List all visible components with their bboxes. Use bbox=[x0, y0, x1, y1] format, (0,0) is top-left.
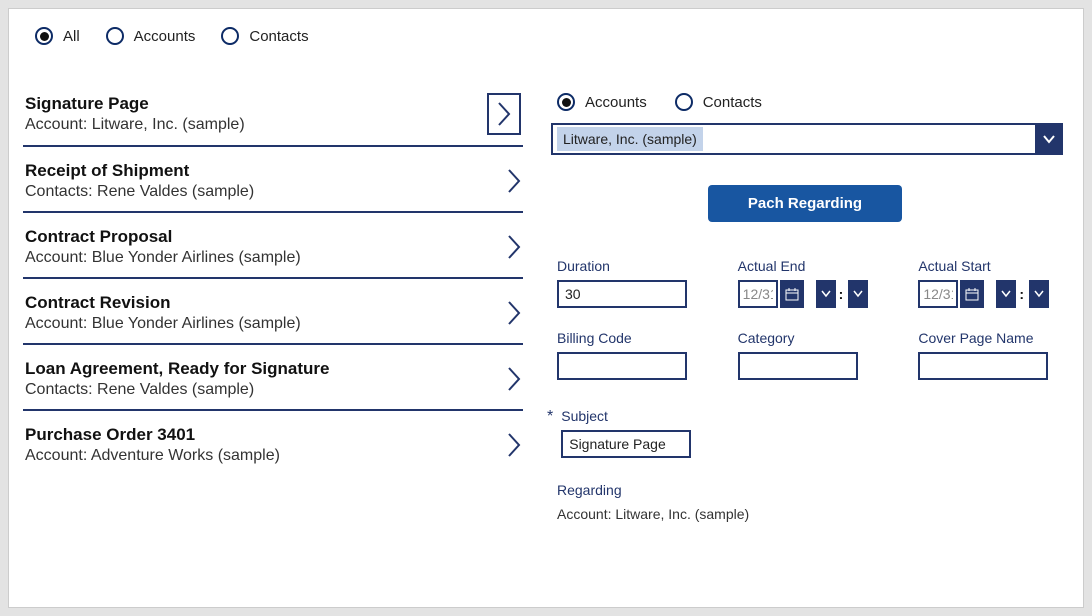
radio-icon bbox=[106, 27, 124, 45]
actual-start-label: Actual Start bbox=[918, 258, 1063, 274]
list-item-subtitle: Account: Blue Yonder Airlines (sample) bbox=[25, 249, 301, 267]
radio-icon bbox=[557, 93, 575, 111]
detail-filter-contacts[interactable]: Contacts bbox=[675, 93, 762, 111]
list-item[interactable]: Contract Proposal Account: Blue Yonder A… bbox=[23, 213, 523, 279]
radio-icon bbox=[675, 93, 693, 111]
list-item[interactable]: Contract Revision Account: Blue Yonder A… bbox=[23, 279, 523, 345]
filter-contacts[interactable]: Contacts bbox=[221, 27, 308, 45]
record-list: Signature Page Account: Litware, Inc. (s… bbox=[23, 79, 523, 522]
detail-filter-radio-group: Accounts Contacts bbox=[557, 93, 1063, 111]
list-item-title: Signature Page bbox=[25, 94, 245, 114]
list-item-subtitle: Account: Adventure Works (sample) bbox=[25, 447, 280, 465]
list-item[interactable]: Loan Agreement, Ready for Signature Cont… bbox=[23, 345, 523, 411]
regarding-value: Account: Litware, Inc. (sample) bbox=[557, 506, 1063, 522]
chevron-right-icon bbox=[507, 234, 521, 260]
regarding-label: Regarding bbox=[557, 482, 1063, 498]
filter-all[interactable]: All bbox=[35, 27, 80, 45]
chevron-right-icon bbox=[507, 300, 521, 326]
list-item-title: Receipt of Shipment bbox=[25, 161, 254, 181]
list-item-title: Purchase Order 3401 bbox=[25, 425, 280, 445]
time-separator: : bbox=[1018, 286, 1025, 302]
duration-field: Duration bbox=[557, 258, 702, 308]
duration-input[interactable] bbox=[557, 280, 687, 308]
list-item-title: Loan Agreement, Ready for Signature bbox=[25, 359, 329, 379]
actual-end-field: Actual End : bbox=[738, 258, 883, 308]
category-input[interactable] bbox=[738, 352, 858, 380]
hour-dropdown[interactable] bbox=[814, 280, 836, 308]
billing-code-label: Billing Code bbox=[557, 330, 702, 346]
billing-code-input[interactable] bbox=[557, 352, 687, 380]
subject-input[interactable] bbox=[561, 430, 691, 458]
list-item-subtitle: Contacts: Rene Valdes (sample) bbox=[25, 381, 329, 399]
calendar-icon[interactable] bbox=[780, 280, 804, 308]
filter-label: All bbox=[63, 28, 80, 45]
radio-icon bbox=[35, 27, 53, 45]
app-frame: All Accounts Contacts Signature Page Acc… bbox=[8, 8, 1084, 608]
time-separator: : bbox=[838, 286, 845, 302]
chevron-down-icon bbox=[1042, 134, 1056, 144]
subject-field: Subject bbox=[561, 408, 691, 458]
billing-code-field: Billing Code bbox=[557, 330, 702, 380]
required-indicator: * bbox=[547, 408, 553, 426]
dropdown-toggle-button[interactable] bbox=[1035, 123, 1063, 155]
list-item-subtitle: Account: Litware, Inc. (sample) bbox=[25, 116, 245, 134]
cover-page-field: Cover Page Name bbox=[918, 330, 1063, 380]
filter-label: Contacts bbox=[249, 28, 308, 45]
list-item-title: Contract Proposal bbox=[25, 227, 301, 247]
chevron-right-icon bbox=[507, 366, 521, 392]
minute-dropdown[interactable] bbox=[1027, 280, 1049, 308]
minute-dropdown[interactable] bbox=[846, 280, 868, 308]
list-item[interactable]: Signature Page Account: Litware, Inc. (s… bbox=[23, 79, 523, 147]
subject-label: Subject bbox=[561, 408, 691, 424]
category-label: Category bbox=[738, 330, 883, 346]
top-filter-radio-group: All Accounts Contacts bbox=[35, 27, 1069, 45]
list-item[interactable]: Purchase Order 3401 Account: Adventure W… bbox=[23, 411, 523, 475]
actual-start-field: Actual Start : bbox=[918, 258, 1063, 308]
regarding-field: Regarding Account: Litware, Inc. (sample… bbox=[557, 482, 1063, 522]
chevron-right-icon bbox=[507, 168, 521, 194]
calendar-icon[interactable] bbox=[960, 280, 984, 308]
list-item[interactable]: Receipt of Shipment Contacts: Rene Valde… bbox=[23, 147, 523, 213]
detail-panel: Accounts Contacts Litware, Inc. (sample)… bbox=[547, 79, 1069, 522]
list-item-title: Contract Revision bbox=[25, 293, 301, 313]
detail-filter-accounts[interactable]: Accounts bbox=[557, 93, 647, 111]
category-field: Category bbox=[738, 330, 883, 380]
actual-start-date-input[interactable] bbox=[918, 280, 958, 308]
lookup-value: Litware, Inc. (sample) bbox=[557, 127, 703, 151]
filter-label: Accounts bbox=[134, 28, 196, 45]
hour-dropdown[interactable] bbox=[994, 280, 1016, 308]
cover-page-label: Cover Page Name bbox=[918, 330, 1063, 346]
actual-end-label: Actual End bbox=[738, 258, 883, 274]
chevron-right-icon bbox=[507, 432, 521, 458]
list-item-subtitle: Account: Blue Yonder Airlines (sample) bbox=[25, 315, 301, 333]
duration-label: Duration bbox=[557, 258, 702, 274]
chevron-right-icon bbox=[487, 93, 521, 135]
lookup-dropdown[interactable]: Litware, Inc. (sample) bbox=[551, 123, 1037, 155]
filter-accounts[interactable]: Accounts bbox=[106, 27, 196, 45]
list-item-subtitle: Contacts: Rene Valdes (sample) bbox=[25, 183, 254, 201]
filter-label: Accounts bbox=[585, 94, 647, 111]
pach-regarding-button[interactable]: Pach Regarding bbox=[708, 185, 902, 222]
cover-page-input[interactable] bbox=[918, 352, 1048, 380]
actual-end-date-input[interactable] bbox=[738, 280, 778, 308]
filter-label: Contacts bbox=[703, 94, 762, 111]
radio-icon bbox=[221, 27, 239, 45]
